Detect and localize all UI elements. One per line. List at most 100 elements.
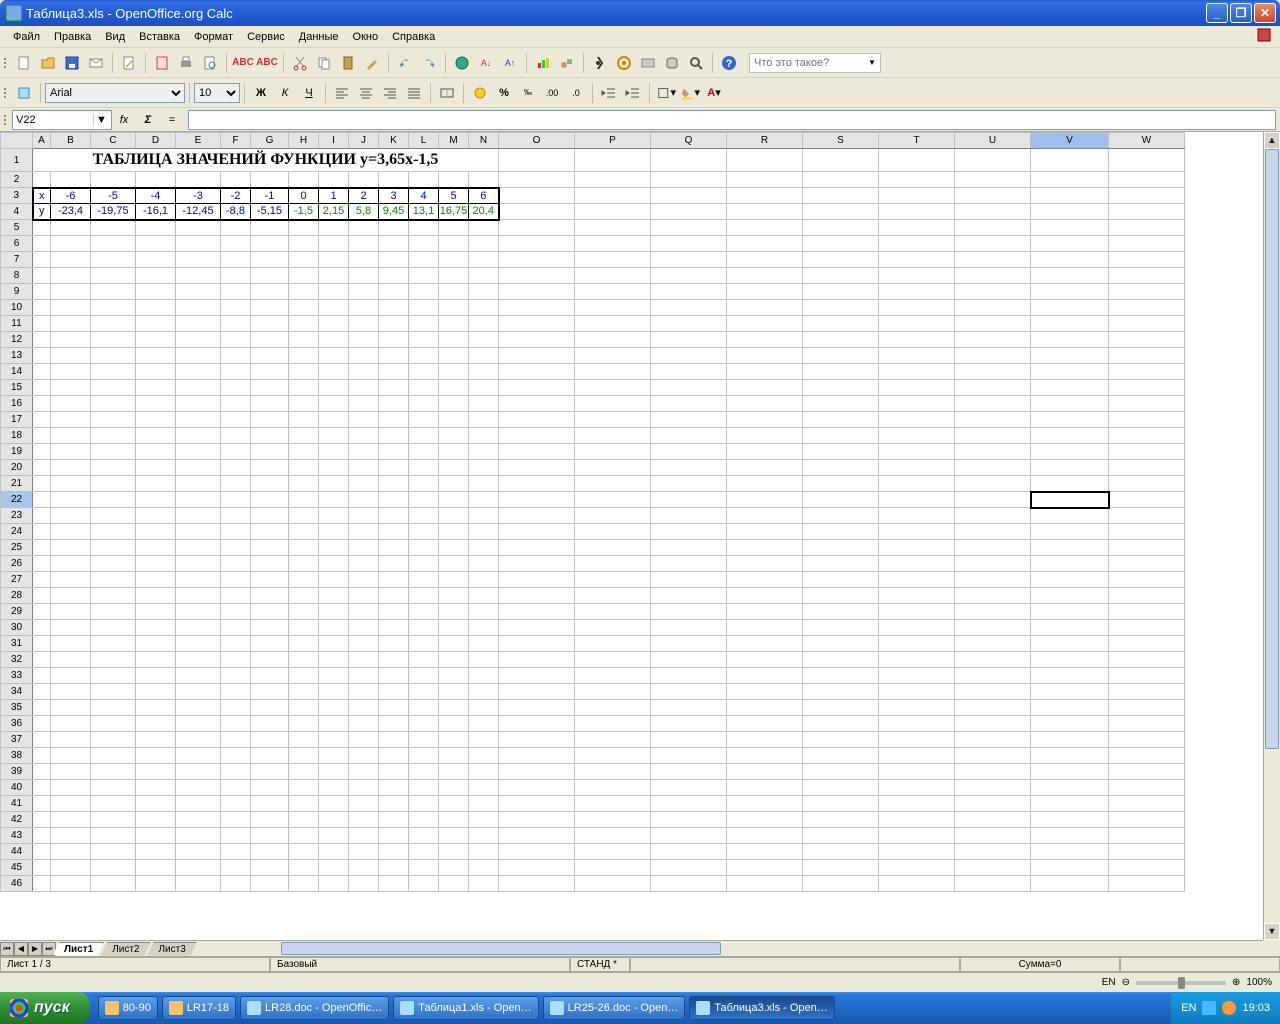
cell-P36[interactable] [575,716,651,732]
cell-I45[interactable] [319,860,349,876]
cell-M12[interactable] [439,332,469,348]
cell-H10[interactable] [289,300,319,316]
cell-O40[interactable] [499,780,575,796]
cell-K42[interactable] [379,812,409,828]
cell-E26[interactable] [176,556,221,572]
row-header-42[interactable]: 42 [1,812,33,828]
edit-doc-icon[interactable] [118,52,140,74]
tray-icon-1[interactable] [1202,1001,1216,1015]
zoom-value[interactable]: 100% [1246,977,1272,988]
cell-W33[interactable] [1109,668,1185,684]
cell-F35[interactable] [221,700,251,716]
cell-D15[interactable] [136,380,176,396]
cell-V8[interactable] [1031,268,1109,284]
cell-K18[interactable] [379,428,409,444]
cell-T13[interactable] [879,348,955,364]
cell-H37[interactable] [289,732,319,748]
cell-D26[interactable] [136,556,176,572]
cell-E36[interactable] [176,716,221,732]
cell-D2[interactable] [136,172,176,188]
navigator-icon[interactable] [613,52,635,74]
cell-H20[interactable] [289,460,319,476]
cell-L32[interactable] [409,652,439,668]
cell-U22[interactable] [955,492,1031,508]
export-pdf2-icon[interactable] [151,52,173,74]
cell-T31[interactable] [879,636,955,652]
cell-U27[interactable] [955,572,1031,588]
cell-T28[interactable] [879,588,955,604]
cell-Q37[interactable] [651,732,727,748]
cell-S5[interactable] [803,220,879,236]
cell-D20[interactable] [136,460,176,476]
cell-M45[interactable] [439,860,469,876]
cell-I36[interactable] [319,716,349,732]
cell-U23[interactable] [955,508,1031,524]
cell-F6[interactable] [221,236,251,252]
cell-B26[interactable] [51,556,91,572]
cell-E27[interactable] [176,572,221,588]
cell-K19[interactable] [379,444,409,460]
cell-J42[interactable] [349,812,379,828]
borders-icon[interactable]: ▾ [655,82,677,104]
col-header-I[interactable]: I [319,133,349,149]
cell-H17[interactable] [289,412,319,428]
cell-T26[interactable] [879,556,955,572]
cell-J23[interactable] [349,508,379,524]
cell-S33[interactable] [803,668,879,684]
cell-E22[interactable] [176,492,221,508]
cell-S27[interactable] [803,572,879,588]
cell-A17[interactable] [33,412,51,428]
cell-S29[interactable] [803,604,879,620]
cell-L14[interactable] [409,364,439,380]
cell-I4[interactable]: 2,15 [319,204,349,220]
cell-E18[interactable] [176,428,221,444]
cell-A41[interactable] [33,796,51,812]
cell-G16[interactable] [251,396,289,412]
cell-J22[interactable] [349,492,379,508]
cell-T18[interactable] [879,428,955,444]
cell-M16[interactable] [439,396,469,412]
cell-S24[interactable] [803,524,879,540]
col-header-P[interactable]: P [575,133,651,149]
cell-T36[interactable] [879,716,955,732]
cell-L3[interactable]: 4 [409,188,439,204]
cell-Q10[interactable] [651,300,727,316]
font-name-select[interactable]: Arial [45,83,185,103]
cell-S18[interactable] [803,428,879,444]
menu-edit[interactable]: Правка [47,29,98,45]
cell-D35[interactable] [136,700,176,716]
cell-I12[interactable] [319,332,349,348]
cell-Q27[interactable] [651,572,727,588]
row-header-40[interactable]: 40 [1,780,33,796]
cell-C13[interactable] [91,348,136,364]
cell-K15[interactable] [379,380,409,396]
cell-B20[interactable] [51,460,91,476]
cell-K13[interactable] [379,348,409,364]
cell-F38[interactable] [221,748,251,764]
cell-K40[interactable] [379,780,409,796]
cell-Q1[interactable] [651,149,727,172]
cell-V29[interactable] [1031,604,1109,620]
cell-E42[interactable] [176,812,221,828]
cell-I34[interactable] [319,684,349,700]
cell-M31[interactable] [439,636,469,652]
cell-W46[interactable] [1109,876,1185,892]
cell-V42[interactable] [1031,812,1109,828]
cell-F39[interactable] [221,764,251,780]
cell-C22[interactable] [91,492,136,508]
cell-P12[interactable] [575,332,651,348]
cell-M5[interactable] [439,220,469,236]
cell-I7[interactable] [319,252,349,268]
cell-N16[interactable] [469,396,499,412]
cell-B46[interactable] [51,876,91,892]
cell-T1[interactable] [879,149,955,172]
cell-P24[interactable] [575,524,651,540]
cell-G17[interactable] [251,412,289,428]
cell-W18[interactable] [1109,428,1185,444]
cell-A23[interactable] [33,508,51,524]
cell-Q41[interactable] [651,796,727,812]
col-header-H[interactable]: H [289,133,319,149]
cell-O15[interactable] [499,380,575,396]
cell-P17[interactable] [575,412,651,428]
col-header-E[interactable]: E [176,133,221,149]
